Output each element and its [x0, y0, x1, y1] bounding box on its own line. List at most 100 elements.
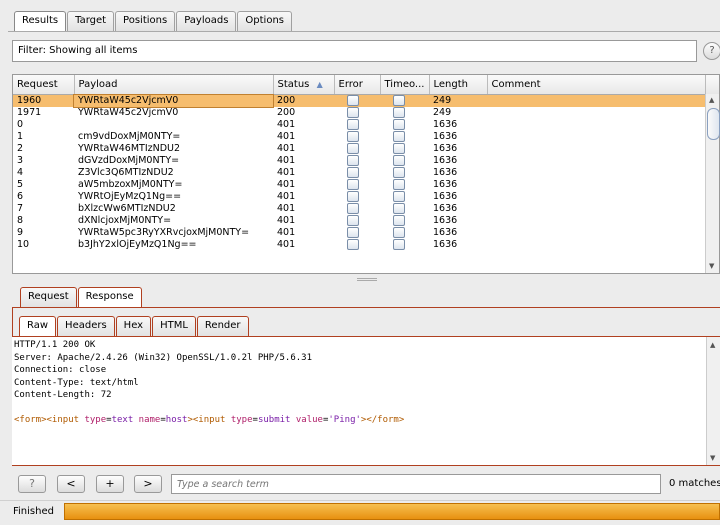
- filter-bar[interactable]: Filter: Showing all items: [12, 40, 697, 62]
- column-filler: [705, 75, 719, 95]
- cell-request: 2: [17, 143, 24, 154]
- view-tab-bar: Raw Headers Hex HTML Render: [19, 316, 250, 336]
- tab-results[interactable]: Results: [14, 11, 67, 31]
- tab-request[interactable]: Request: [20, 287, 77, 307]
- timeout-checkbox: [393, 95, 405, 106]
- scroll-up-icon[interactable]: ▲: [709, 96, 714, 104]
- column-comment[interactable]: Comment: [487, 75, 706, 95]
- error-checkbox: [347, 179, 359, 190]
- table-row[interactable]: 1971 YWRtaW45c2VjcmV0 200 249: [13, 107, 719, 119]
- response-header-connection: Connection: close: [14, 365, 107, 375]
- table-row[interactable]: 0 401 1636: [13, 119, 719, 131]
- table-row[interactable]: 3 dGVzdDoxMjM0NTY= 401 1636: [13, 155, 719, 167]
- error-checkbox: [347, 239, 359, 250]
- search-add-button[interactable]: +: [96, 475, 124, 493]
- cell-length: 1636: [433, 143, 458, 154]
- error-checkbox: [347, 95, 359, 106]
- cell-request: 1960: [13, 94, 74, 107]
- cell-payload: b3JhY2xlOjEyMzQ1Ng==: [78, 239, 197, 250]
- search-previous-button[interactable]: <: [57, 475, 85, 493]
- cell-timeout: [380, 143, 429, 155]
- cell-comment: [487, 107, 705, 119]
- column-status[interactable]: Status ▲: [273, 75, 335, 95]
- cell-comment: [487, 167, 705, 179]
- column-request[interactable]: Request: [13, 75, 75, 95]
- table-row[interactable]: 10 b3JhY2xlOjEyMzQ1Ng== 401 1636: [13, 239, 719, 251]
- cell-comment: [487, 119, 705, 131]
- filter-help-button[interactable]: ?: [703, 42, 720, 60]
- column-error[interactable]: Error: [334, 75, 381, 95]
- cell-error: [334, 227, 380, 239]
- column-timeout[interactable]: Timeo...: [380, 75, 430, 95]
- cell-status: 401: [277, 119, 296, 130]
- cell-timeout: [380, 203, 429, 215]
- search-input[interactable]: [171, 474, 661, 494]
- cell-timeout: [380, 131, 429, 143]
- scroll-thumb[interactable]: [707, 108, 720, 140]
- tab-headers[interactable]: Headers: [57, 316, 115, 336]
- table-row[interactable]: 7 bXlzcWw6MTIzNDU2 401 1636: [13, 203, 719, 215]
- tab-positions[interactable]: Positions: [115, 11, 176, 31]
- cell-timeout: [380, 167, 429, 179]
- error-checkbox: [347, 227, 359, 238]
- cell-status: 401: [277, 179, 296, 190]
- cell-error: [334, 94, 380, 107]
- cell-length: 1636: [433, 227, 458, 238]
- error-checkbox: [347, 203, 359, 214]
- table-row[interactable]: 9 YWRtaW5pc3RyYXRvcjoxMjM0NTY= 401 1636: [13, 227, 719, 239]
- error-checkbox: [347, 215, 359, 226]
- table-row[interactable]: 1960 YWRtaW45c2VjcmV0 200 249: [13, 93, 719, 108]
- table-row[interactable]: 6 YWRtOjEyMzQ1Ng== 401 1636: [13, 191, 719, 203]
- cell-request: 6: [17, 191, 24, 202]
- scroll-down-icon[interactable]: ▼: [710, 454, 715, 462]
- cell-comment: [487, 203, 705, 215]
- scroll-down-icon[interactable]: ▼: [709, 262, 714, 270]
- status-bar-divider: [0, 500, 720, 501]
- table-row[interactable]: 4 Z3Vlc3Q6MTIzNDU2 401 1636: [13, 167, 719, 179]
- cell-status: 200: [277, 107, 296, 118]
- req-resp-tab-bar: Request Response: [20, 287, 143, 307]
- table-row[interactable]: 2 YWRtaW46MTIzNDU2 401 1636: [13, 143, 719, 155]
- error-checkbox: [347, 191, 359, 202]
- cell-timeout: [380, 119, 429, 131]
- table-row[interactable]: 5 aW5mbzoxMjM0NTY= 401 1636: [13, 179, 719, 191]
- search-help-button[interactable]: ?: [18, 475, 46, 493]
- tab-render[interactable]: Render: [196, 316, 249, 336]
- tab-raw[interactable]: Raw: [19, 316, 57, 336]
- scroll-up-icon[interactable]: ▲: [710, 341, 715, 349]
- cell-timeout: [380, 179, 429, 191]
- sort-ascending-icon: ▲: [316, 80, 323, 89]
- cell-timeout: [380, 215, 429, 227]
- cell-timeout: [380, 239, 429, 251]
- tab-payloads[interactable]: Payloads: [176, 11, 237, 31]
- table-row[interactable]: 1 cm9vdDoxMjM0NTY= 401 1636: [13, 131, 719, 143]
- cell-error: [334, 119, 380, 131]
- splitter-handle[interactable]: [357, 278, 377, 281]
- cell-payload: aW5mbzoxMjM0NTY=: [78, 179, 183, 190]
- search-next-button[interactable]: >: [134, 475, 162, 493]
- cell-status: 200: [273, 94, 334, 107]
- tab-hex[interactable]: Hex: [115, 316, 152, 336]
- tab-options[interactable]: Options: [237, 11, 293, 31]
- cell-error: [334, 155, 380, 167]
- timeout-checkbox: [393, 167, 405, 178]
- cell-comment: [487, 143, 705, 155]
- cell-payload: YWRtaW45c2VjcmV0: [78, 107, 179, 118]
- cell-length: 1636: [433, 131, 458, 142]
- error-checkbox: [347, 155, 359, 166]
- results-scrollbar[interactable]: ▲ ▼: [705, 94, 720, 273]
- cell-comment: [487, 179, 705, 191]
- timeout-checkbox: [393, 215, 405, 226]
- response-scrollbar[interactable]: ▲ ▼: [706, 337, 720, 465]
- column-length[interactable]: Length: [429, 75, 488, 95]
- column-payload[interactable]: Payload: [74, 75, 274, 95]
- table-row[interactable]: 8 dXNlcjoxMjM0NTY= 401 1636: [13, 215, 719, 227]
- cell-error: [334, 131, 380, 143]
- raw-response-editor[interactable]: HTTP/1.1 200 OK Server: Apache/2.4.26 (W…: [12, 337, 706, 465]
- tab-target[interactable]: Target: [67, 11, 115, 31]
- cell-timeout: [380, 94, 429, 107]
- timeout-checkbox: [393, 179, 405, 190]
- timeout-checkbox: [393, 239, 405, 250]
- tab-response[interactable]: Response: [77, 287, 142, 307]
- tab-html[interactable]: HTML: [152, 316, 196, 336]
